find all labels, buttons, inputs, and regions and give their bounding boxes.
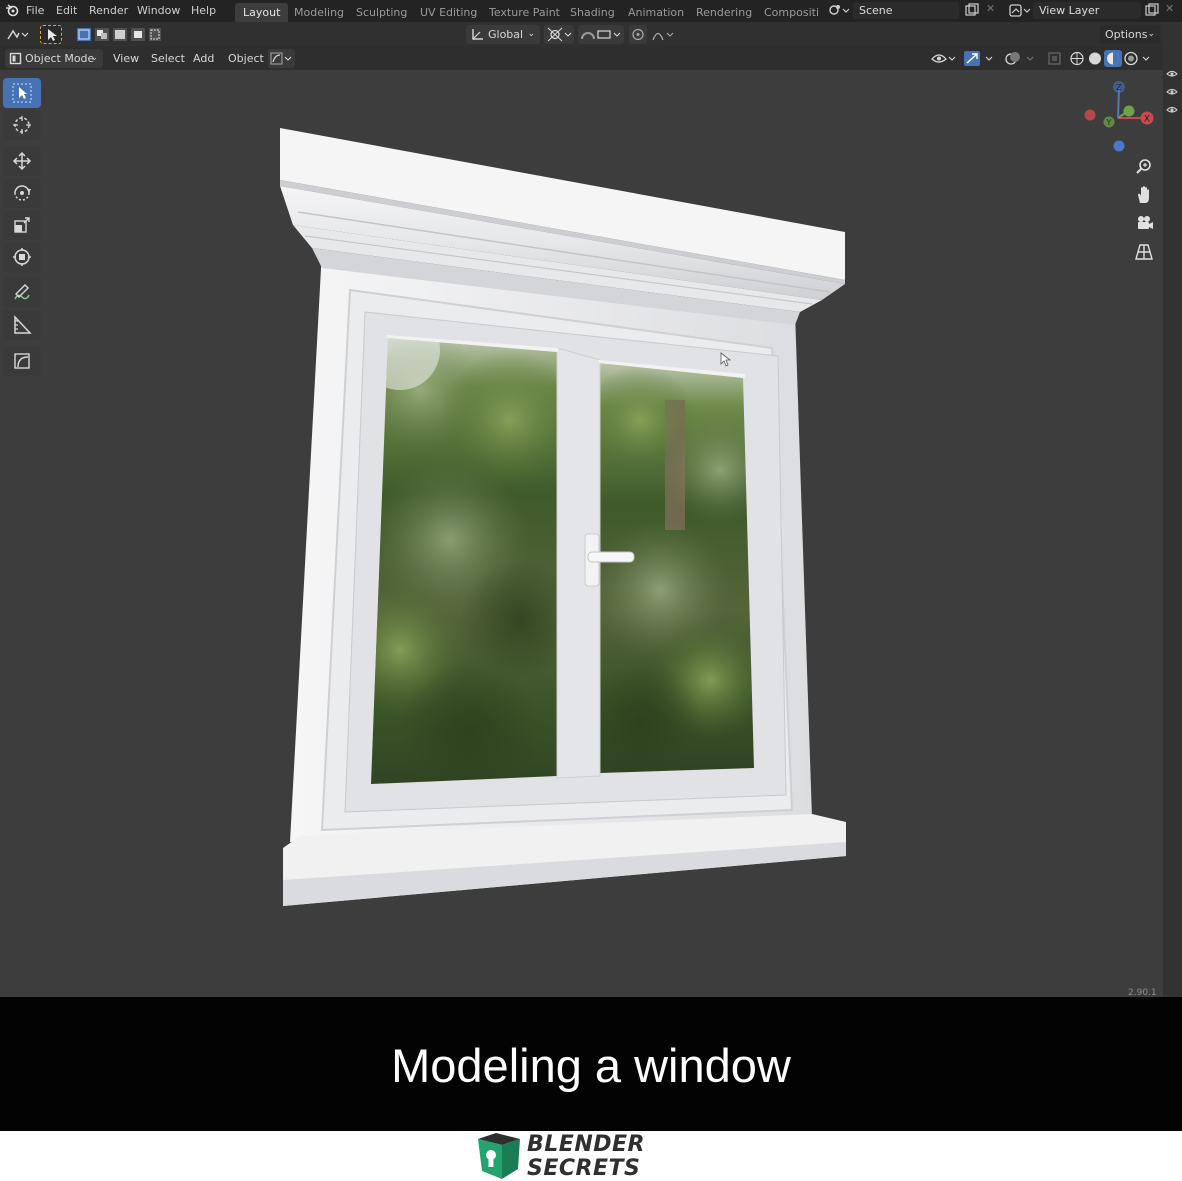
grid-perspective-icon: [1135, 244, 1153, 260]
sidebar-collapsed-strip[interactable]: [1163, 22, 1182, 997]
viewport-scene[interactable]: [0, 0, 1182, 997]
gizmo-x-label: X: [1144, 115, 1150, 125]
camera-icon: [1138, 216, 1153, 229]
brand-line-2: SECRETS: [527, 1156, 641, 1181]
navigation-gizmo[interactable]: X Y Z: [1080, 78, 1156, 154]
brand-logo: BLENDER SECRETS: [474, 1133, 654, 1181]
pan-button[interactable]: [1132, 183, 1156, 207]
caption-title: Modeling a window: [391, 1039, 791, 1092]
hand-pan-icon: [1138, 186, 1149, 203]
zoom-magnifier-icon: [1136, 159, 1151, 174]
outliner-eye-icons[interactable]: [1165, 66, 1179, 126]
gizmo-y-axis-icon[interactable]: [1123, 105, 1135, 117]
version-label: 2.90.1: [1128, 988, 1157, 997]
perspective-toggle-button[interactable]: [1132, 240, 1156, 264]
brand-wordmark: BLENDER SECRETS: [527, 1133, 645, 1181]
gizmo-z-label: Z: [1116, 83, 1122, 92]
blender-app: File Edit Render Window Help Layout Mode…: [0, 0, 1182, 997]
blender-secrets-logo-icon: [478, 1133, 520, 1179]
camera-view-button[interactable]: [1132, 211, 1156, 235]
gizmo-neg-x-icon[interactable]: [1084, 109, 1096, 121]
mouse-cursor-icon: [720, 352, 732, 367]
brand-line-1: BLENDER: [527, 1132, 645, 1157]
gizmo-y-label: Y: [1106, 118, 1112, 127]
zoom-button[interactable]: [1132, 154, 1156, 178]
gizmo-neg-z-icon[interactable]: [1113, 140, 1125, 152]
